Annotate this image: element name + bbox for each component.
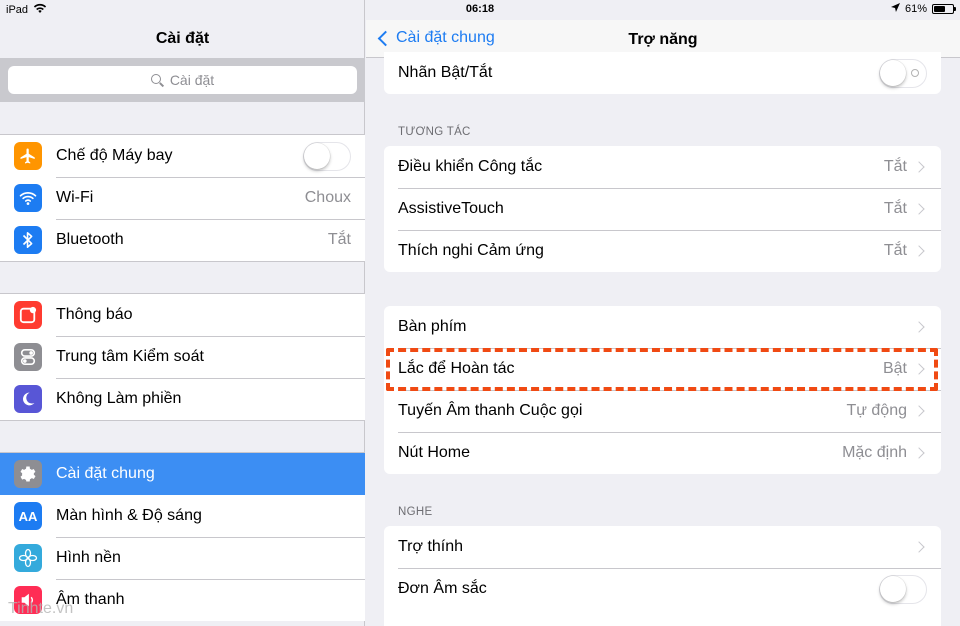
location-arrow-icon: [890, 3, 900, 15]
battery-icon: [932, 4, 956, 14]
row-value: Bật: [882, 360, 907, 377]
row-label: Trợ thính: [398, 538, 464, 555]
sidebar-item-control-center[interactable]: Trung tâm Kiểm soát: [0, 336, 365, 378]
misc-group: Bàn phím Lắc để Hoàn tác Bật Tuyến Âm th…: [384, 306, 941, 474]
battery-percent: 61%: [904, 3, 927, 15]
airplane-mode-toggle[interactable]: [303, 141, 351, 171]
hearing-group: Trợ thính Đơn Âm sắc: [384, 526, 941, 626]
moon-icon: [14, 385, 42, 413]
gear-icon: [14, 460, 42, 488]
sidebar-group-notifications: Thông báo Trung tâm Kiểm soát Không Làm …: [0, 293, 365, 421]
assistivetouch-row[interactable]: AssistiveTouch Tắt: [384, 188, 941, 230]
accessibility-detail: Cài đặt chung Trợ năng Nhãn Bật/Tắt TƯƠN…: [366, 0, 960, 626]
mono-audio-toggle[interactable]: [879, 574, 927, 604]
row-value: Mặc định: [842, 444, 907, 461]
row-value: Tự động: [846, 402, 907, 419]
bluetooth-value: Tắt: [327, 231, 351, 248]
sidebar-group-general: Cài đặt chung AA Màn hình & Độ sáng Hình…: [0, 452, 365, 621]
row-label: Đơn Âm sắc: [398, 580, 487, 597]
sidebar-item-notifications[interactable]: Thông báo: [0, 294, 365, 336]
sidebar-item-label: Hình nền: [56, 549, 121, 566]
chevron-right-icon: [913, 363, 925, 375]
row-label: Nút Home: [398, 444, 471, 461]
sidebar-group-connectivity: Chế độ Máy bay Wi-Fi Choux Bluetooth Tắt: [0, 134, 365, 262]
search-icon: [150, 73, 164, 87]
row-label: Bàn phím: [398, 318, 467, 335]
wallpaper-icon: [14, 544, 42, 572]
sidebar-item-display-brightness[interactable]: AA Màn hình & Độ sáng: [0, 495, 365, 537]
status-bar: iPad 06:18 61%: [0, 0, 960, 20]
clock: 06:18: [465, 3, 495, 15]
wifi-icon: [14, 184, 42, 212]
sidebar-title: Cài đặt: [155, 30, 210, 47]
airplane-icon: [14, 142, 42, 170]
keyboard-row[interactable]: Bàn phím: [384, 306, 941, 348]
sidebar-item-wifi[interactable]: Wi-Fi Choux: [0, 177, 365, 219]
sidebar-item-bluetooth[interactable]: Bluetooth Tắt: [0, 219, 365, 261]
wifi-network-value: Choux: [304, 189, 351, 206]
sidebar-item-airplane-mode[interactable]: Chế độ Máy bay: [0, 135, 365, 177]
search-bar: Cài đặt: [0, 58, 365, 102]
sidebar-item-do-not-disturb[interactable]: Không Làm phiền: [0, 378, 365, 420]
row-label: Điều khiển Công tắc: [398, 158, 543, 175]
touch-accommodations-row[interactable]: Thích nghi Cảm ứng Tắt: [384, 230, 941, 272]
row-value: Tắt: [883, 200, 907, 217]
display-icon: AA: [14, 502, 42, 530]
section-header-hearing: NGHE: [398, 506, 433, 518]
search-input[interactable]: Cài đặt: [8, 66, 357, 94]
chevron-right-icon: [913, 447, 925, 459]
settings-sidebar: Cài đặt Cài đặt Chế độ Máy bay Wi-Fi Cho…: [0, 0, 365, 626]
chevron-right-icon: [913, 405, 925, 417]
sidebar-item-general[interactable]: Cài đặt chung: [0, 453, 365, 495]
row-label: Tuyến Âm thanh Cuộc gọi: [398, 402, 583, 419]
hearing-devices-row[interactable]: Trợ thính: [384, 526, 941, 568]
chevron-right-icon: [913, 321, 925, 333]
notifications-icon: [14, 301, 42, 329]
section-header-interaction: TƯƠNG TÁC: [398, 126, 471, 138]
call-audio-routing-row[interactable]: Tuyến Âm thanh Cuộc gọi Tự động: [384, 390, 941, 432]
sidebar-item-label: Màn hình & Độ sáng: [56, 507, 202, 524]
switch-control-row[interactable]: Điều khiển Công tắc Tắt: [384, 146, 941, 188]
row-value: Tắt: [883, 158, 907, 175]
row-label: AssistiveTouch: [398, 200, 504, 217]
sidebar-item-label: Trung tâm Kiểm soát: [56, 348, 204, 365]
labels-group: Nhãn Bật/Tắt: [384, 52, 941, 94]
sidebar-item-label: Không Làm phiền: [56, 390, 182, 407]
page-title: Trợ năng: [628, 31, 698, 48]
control-center-icon: [14, 343, 42, 371]
bluetooth-icon: [14, 226, 42, 254]
watermark: Tinhte.vn: [8, 600, 74, 617]
row-value: Tắt: [883, 242, 907, 259]
chevron-right-icon: [913, 245, 925, 257]
sidebar-item-label: Chế độ Máy bay: [56, 147, 173, 164]
interaction-group: Điều khiển Công tắc Tắt AssistiveTouch T…: [384, 146, 941, 272]
mono-audio-row[interactable]: Đơn Âm sắc: [384, 568, 941, 610]
row-label: Nhãn Bật/Tắt: [398, 64, 493, 81]
row-label: Thích nghi Cảm ứng: [398, 242, 544, 259]
sidebar-item-label: Âm thanh: [56, 591, 125, 608]
sidebar-item-label: Wi-Fi: [56, 189, 94, 206]
sidebar-item-label: Thông báo: [56, 306, 133, 323]
search-placeholder: Cài đặt: [169, 72, 215, 88]
shake-to-undo-row[interactable]: Lắc để Hoàn tác Bật: [384, 348, 941, 390]
on-off-labels-row[interactable]: Nhãn Bật/Tắt: [384, 52, 941, 94]
sidebar-item-wallpaper[interactable]: Hình nền: [0, 537, 365, 579]
home-button-row[interactable]: Nút Home Mặc định: [384, 432, 941, 474]
chevron-right-icon: [913, 161, 925, 173]
sidebar-item-label: Bluetooth: [56, 231, 124, 248]
row-label: Lắc để Hoàn tác: [398, 360, 515, 377]
chevron-right-icon: [913, 541, 925, 553]
chevron-right-icon: [913, 203, 925, 215]
on-off-labels-toggle[interactable]: [879, 58, 927, 88]
sidebar-item-label: Cài đặt chung: [56, 465, 155, 482]
